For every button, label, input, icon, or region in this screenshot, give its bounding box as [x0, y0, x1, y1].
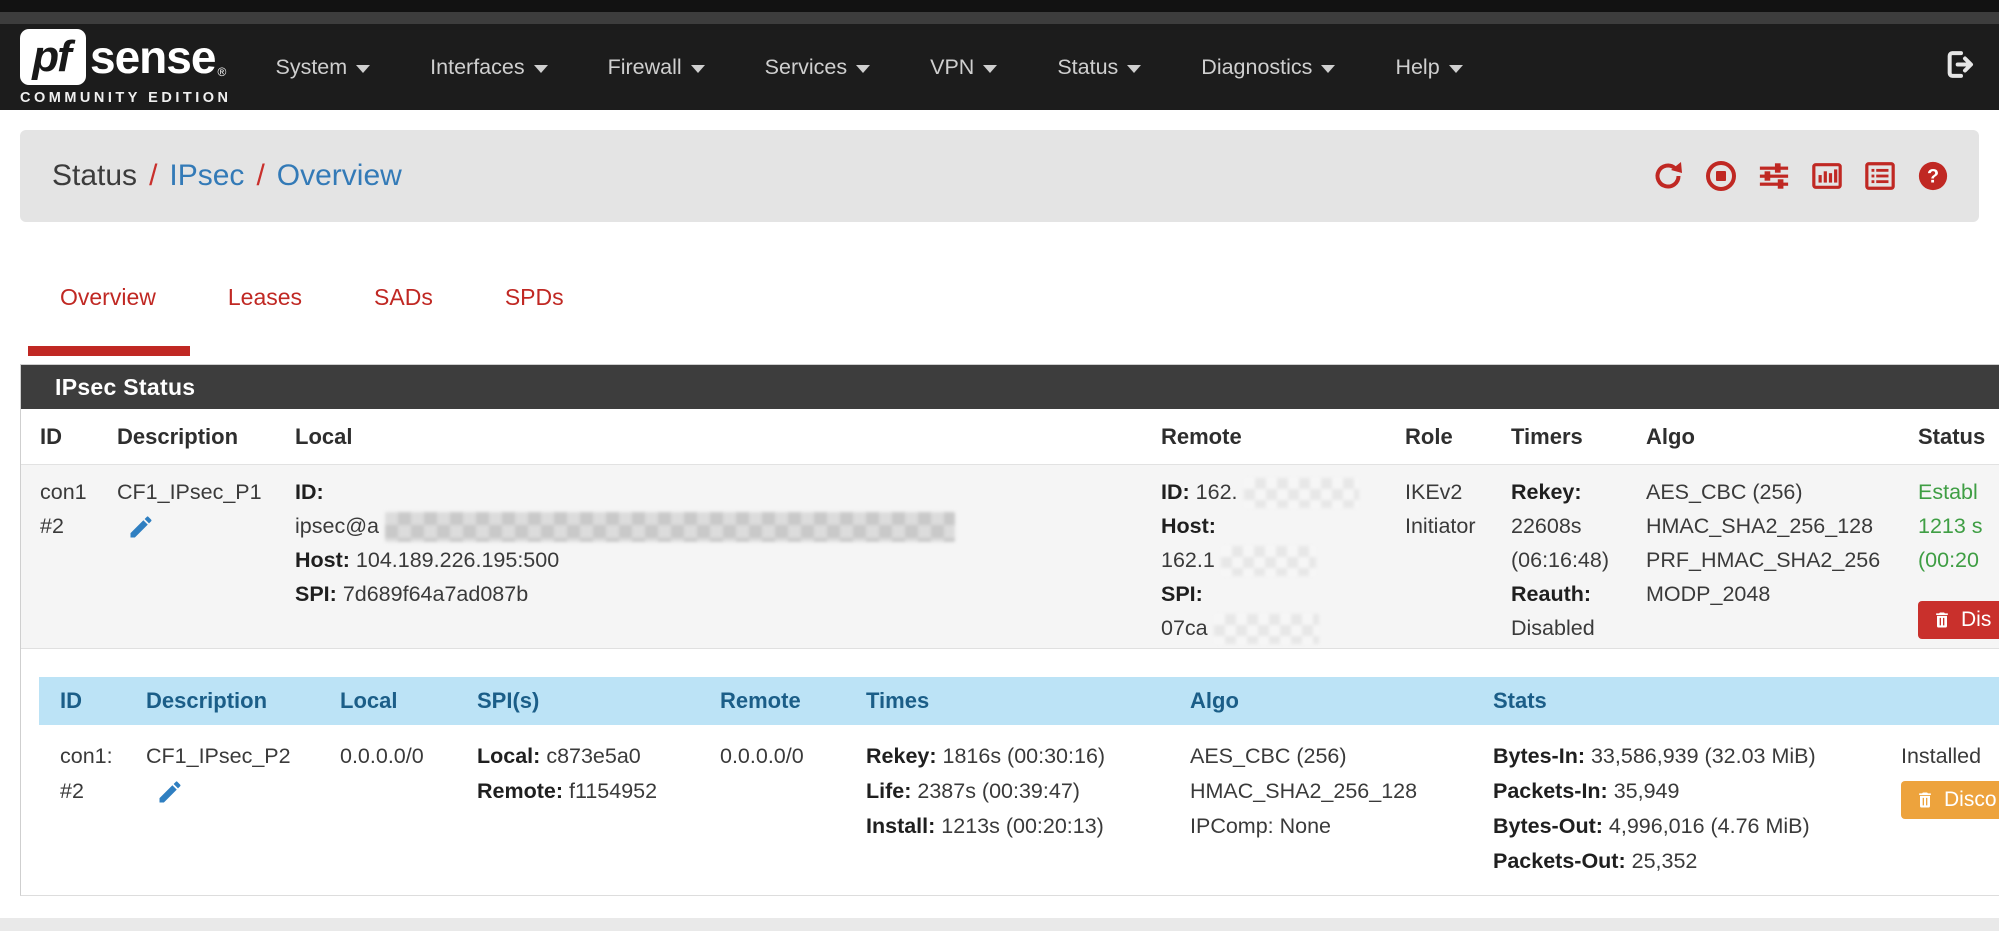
nav-help[interactable]: Help	[1371, 24, 1486, 110]
redacted-blur	[1214, 614, 1319, 644]
ipsec-tabs: Overview Leases SADs SPDs	[60, 284, 1999, 364]
child-times-cell: Rekey: 1816s (00:30:16) Life: 2387s (00:…	[866, 725, 1190, 895]
window-top-strip	[0, 0, 1999, 12]
child-algo-cell: AES_CBC (256) HMAC_SHA2_256_128 IPComp: …	[1190, 725, 1493, 895]
breadcrumb: Status / IPsec / Overview	[52, 159, 402, 193]
stop-icon[interactable]	[1705, 160, 1737, 192]
nav-status[interactable]: Status	[1033, 24, 1165, 110]
navbar: pf sense ® COMMUNITY EDITION System Inte…	[0, 24, 1999, 110]
tab-sads[interactable]: SADs	[374, 284, 433, 318]
chevron-down-icon	[356, 65, 370, 73]
nav-system[interactable]: System	[251, 24, 394, 110]
chevron-down-icon	[983, 65, 997, 73]
child-spi-cell: Local: c873e5a0 Remote: f1154952	[477, 725, 720, 895]
ike-status-text: Establ	[1918, 475, 1999, 509]
child-status-cell: Installed Disco	[1901, 725, 1999, 895]
breadcrumb-bar: Status / IPsec / Overview ?	[20, 130, 1979, 222]
chevron-down-icon	[1321, 65, 1335, 73]
tab-leases[interactable]: Leases	[228, 284, 302, 318]
sliders-icon[interactable]	[1758, 160, 1790, 192]
ike-table-header: ID Description Local Remote Role Timers …	[21, 409, 1999, 465]
child-id-cell: con1: #2	[60, 725, 146, 895]
page-bottom-strip	[0, 918, 1999, 931]
chevron-down-icon	[856, 65, 870, 73]
ike-local-cell: ID: ipsec@a Host: 104.189.226.195:500 SP…	[295, 465, 1161, 648]
tab-overview[interactable]: Overview	[60, 284, 156, 318]
ike-table-row: con1 #2 CF1_IPsec_P1 ID: ipsec@a Host: 1…	[21, 465, 1999, 649]
pfsense-logo[interactable]: pf sense ® COMMUNITY EDITION	[20, 29, 231, 106]
child-sa-table: ID Description Local SPI(s) Remote Times…	[39, 677, 1999, 895]
chevron-down-icon	[691, 65, 705, 73]
redacted-blur	[385, 512, 955, 542]
child-status-text: Installed	[1901, 739, 1999, 774]
nav-firewall[interactable]: Firewall	[584, 24, 729, 110]
ike-algo-cell: AES_CBC (256) HMAC_SHA2_256_128 PRF_HMAC…	[1646, 465, 1918, 648]
breadcrumb-link-ipsec[interactable]: IPsec	[169, 159, 244, 193]
child-remote-cell: 0.0.0.0/0	[720, 725, 866, 895]
ike-status-cell: Establ 1213 s (00:20 Dis	[1918, 465, 1999, 648]
redacted-blur	[1244, 478, 1359, 508]
window-sub-strip	[0, 12, 1999, 24]
disconnect-button[interactable]: Disco	[1901, 781, 1999, 819]
ike-timers-cell: Rekey: 22608s (06:16:48) Reauth: Disable…	[1511, 465, 1646, 648]
child-local-cell: 0.0.0.0/0	[340, 725, 477, 895]
help-icon[interactable]: ?	[1917, 160, 1949, 192]
sign-out-icon[interactable]	[1943, 49, 1975, 86]
ike-remote-cell: ID: 162. Host: 162.1 SPI: 07ca	[1161, 465, 1405, 648]
breadcrumb-section: Status	[52, 159, 137, 193]
chevron-down-icon	[534, 65, 548, 73]
nav-vpn[interactable]: VPN	[906, 24, 1021, 110]
panel-title: IPsec Status	[21, 365, 1999, 409]
chart-icon[interactable]	[1811, 160, 1843, 192]
chevron-down-icon	[1127, 65, 1141, 73]
ike-description-cell: CF1_IPsec_P1	[117, 465, 295, 648]
svg-text:?: ?	[1927, 166, 1939, 188]
child-sa-row: con1: #2 CF1_IPsec_P2 0.0.0.0/0 Local: c…	[39, 725, 1999, 895]
nav-interfaces[interactable]: Interfaces	[406, 24, 571, 110]
nav-diagnostics[interactable]: Diagnostics	[1177, 24, 1359, 110]
child-stats-cell: Bytes-In: 33,586,939 (32.03 MiB) Packets…	[1493, 725, 1901, 895]
child-description-cell: CF1_IPsec_P2	[146, 725, 340, 895]
ike-id-cell: con1 #2	[40, 465, 117, 648]
redacted-blur	[1221, 546, 1316, 576]
ike-role-cell: IKEv2 Initiator	[1405, 465, 1511, 648]
main-menu: System Interfaces Firewall Services VPN …	[251, 24, 1486, 110]
pfsense-logo-pf-box: pf	[20, 29, 86, 85]
edit-icon[interactable]	[127, 513, 295, 551]
nav-services[interactable]: Services	[741, 24, 894, 110]
ipsec-status-panel: IPsec Status ID Description Local Remote…	[20, 364, 1999, 896]
disconnect-button[interactable]: Dis	[1918, 601, 1999, 639]
child-sa-header: ID Description Local SPI(s) Remote Times…	[39, 677, 1999, 725]
tab-spds[interactable]: SPDs	[505, 284, 564, 318]
refresh-icon[interactable]	[1652, 160, 1684, 192]
page-action-icons: ?	[1652, 160, 1949, 192]
community-edition-label: COMMUNITY EDITION	[20, 90, 231, 106]
breadcrumb-link-overview[interactable]: Overview	[277, 159, 402, 193]
list-icon[interactable]	[1864, 160, 1896, 192]
chevron-down-icon	[1449, 65, 1463, 73]
edit-icon[interactable]	[156, 778, 340, 817]
